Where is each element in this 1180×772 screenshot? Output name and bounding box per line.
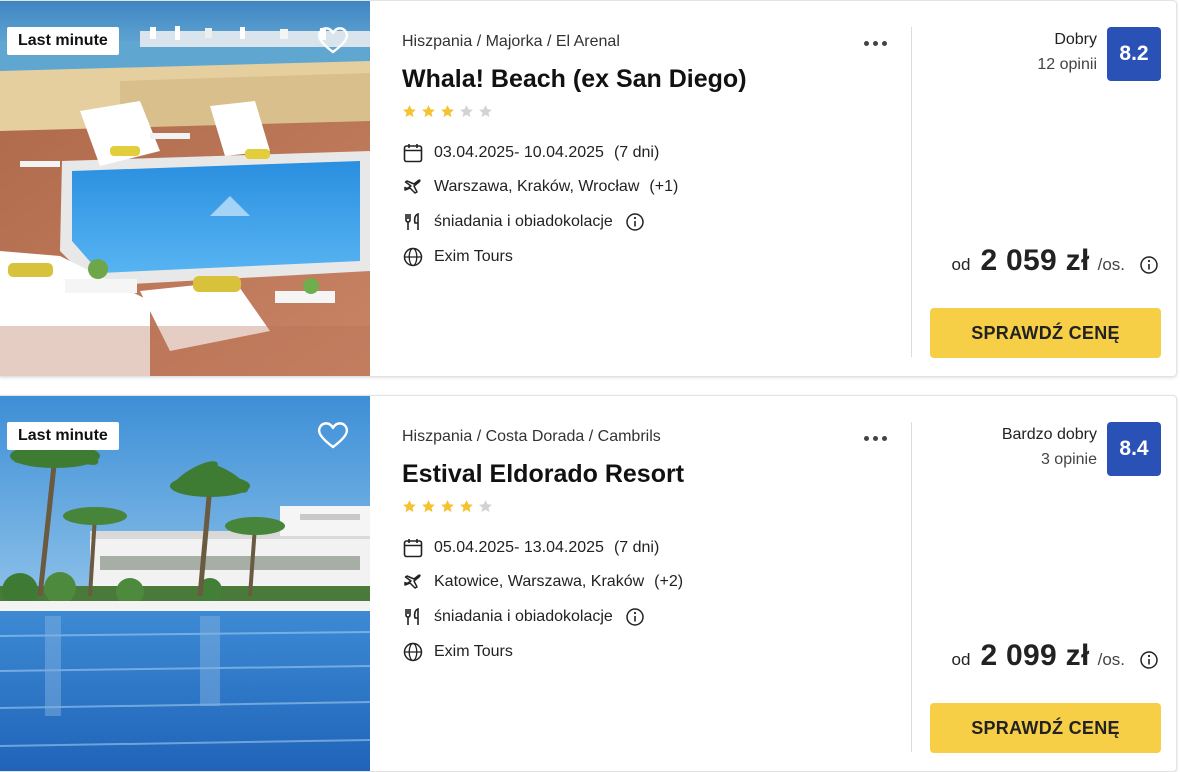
hotel-photo-image — [0, 1, 370, 376]
offer-card[interactable]: Last minute Hiszpania / Majorka / El Are… — [0, 0, 1177, 377]
price-block: od 2 059 zł /os. — [952, 244, 1159, 278]
check-price-button[interactable]: SPRAWDŹ CENĘ — [930, 703, 1161, 753]
star-icon — [479, 500, 492, 513]
duration-text: (7 dni) — [613, 539, 660, 556]
star-icon — [422, 105, 435, 118]
cutlery-icon — [405, 212, 419, 230]
rating-score-badge: 8.4 — [1107, 422, 1161, 476]
info-icon[interactable] — [625, 607, 645, 627]
hotel-photo[interactable]: Last minute — [0, 396, 370, 771]
dates-row: 03.04.2025- 10.04.2025 (7 dni) — [402, 142, 659, 164]
heart-outline-icon[interactable] — [316, 420, 350, 450]
star-icon — [441, 500, 454, 513]
last-minute-badge: Last minute — [7, 422, 119, 450]
price-block: od 2 099 zł /os. — [952, 639, 1159, 673]
departures-more[interactable]: (+2) — [654, 573, 683, 591]
destination-breadcrumb[interactable]: Hiszpania / Majorka / El Arenal — [402, 33, 620, 51]
departures-row: Katowice, Warszawa, Kraków (+2) — [402, 571, 683, 593]
hotel-stars — [402, 499, 493, 514]
operator-row: Exim Tours — [402, 246, 513, 268]
operator-row: Exim Tours — [402, 641, 513, 663]
offer-card[interactable]: Last minute Hiszpania / Costa Dorada / C… — [0, 395, 1177, 772]
board-row: śniadania i obiadokolacje — [402, 606, 645, 628]
departures-text: Warszawa, Kraków, Wrocław — [434, 178, 640, 195]
star-icon — [441, 105, 454, 118]
heart-outline-icon[interactable] — [316, 25, 350, 55]
board-text: śniadania i obiadokolacje — [434, 213, 613, 230]
globe-icon — [403, 642, 423, 662]
departures-text: Katowice, Warszawa, Kraków — [434, 573, 645, 590]
rating-label: Dobry — [1054, 31, 1097, 48]
operator-text[interactable]: Exim Tours — [434, 643, 513, 661]
hotel-photo-image — [0, 396, 370, 771]
offer-price-panel: Bardzo dobry 3 opinie 8.4 od 2 099 zł /o… — [912, 396, 1176, 771]
rating-label: Bardzo dobry — [1001, 426, 1097, 443]
calendar-icon — [403, 539, 423, 558]
price-amount: 2 099 zł — [980, 639, 1090, 672]
star-icon — [479, 105, 492, 118]
destination-breadcrumb[interactable]: Hiszpania / Costa Dorada / Cambrils — [402, 428, 661, 446]
rating-count[interactable]: 3 opinie — [1041, 451, 1097, 469]
price-suffix: /os. — [1097, 255, 1125, 274]
plane-icon — [404, 179, 421, 194]
price-prefix: od — [951, 650, 971, 669]
dates-text: 03.04.2025- 10.04.2025 — [434, 144, 604, 161]
star-icon — [422, 500, 435, 513]
duration-text: (7 dni) — [613, 144, 660, 161]
rating-count[interactable]: 12 opinii — [1037, 56, 1097, 74]
offer-details: Hiszpania / Majorka / El Arenal Whala! B… — [402, 1, 902, 376]
price-amount: 2 059 zł — [980, 244, 1090, 277]
last-minute-badge: Last minute — [7, 27, 119, 55]
dates-row: 05.04.2025- 13.04.2025 (7 dni) — [402, 537, 659, 559]
price-suffix: /os. — [1097, 650, 1125, 669]
hotel-title[interactable]: Estival Eldorado Resort — [402, 460, 684, 489]
board-row: śniadania i obiadokolacje — [402, 211, 645, 233]
more-dots-icon[interactable] — [860, 33, 890, 53]
check-price-button[interactable]: SPRAWDŹ CENĘ — [930, 308, 1161, 358]
offer-details: Hiszpania / Costa Dorada / Cambrils Esti… — [402, 396, 902, 771]
globe-icon — [403, 247, 423, 267]
cutlery-icon — [405, 607, 419, 625]
rating-score-badge: 8.2 — [1107, 27, 1161, 81]
star-icon — [460, 105, 473, 118]
departures-row: Warszawa, Kraków, Wrocław (+1) — [402, 176, 678, 198]
hotel-title[interactable]: Whala! Beach (ex San Diego) — [402, 65, 747, 94]
offer-price-panel: Dobry 12 opinii 8.2 od 2 059 zł /os. SPR… — [912, 1, 1176, 376]
hotel-stars — [402, 104, 493, 119]
info-icon[interactable] — [1139, 650, 1159, 670]
hotel-photo[interactable]: Last minute — [0, 1, 370, 376]
calendar-icon — [403, 144, 423, 163]
price-prefix: od — [951, 255, 971, 274]
plane-icon — [404, 574, 421, 589]
info-icon[interactable] — [625, 212, 645, 232]
operator-text[interactable]: Exim Tours — [434, 248, 513, 266]
dates-text: 05.04.2025- 13.04.2025 — [434, 539, 604, 556]
board-text: śniadania i obiadokolacje — [434, 608, 613, 625]
departures-more[interactable]: (+1) — [649, 178, 678, 196]
info-icon[interactable] — [1139, 255, 1159, 275]
star-icon — [460, 500, 473, 513]
more-dots-icon[interactable] — [860, 428, 890, 448]
star-icon — [403, 105, 416, 118]
star-icon — [403, 500, 416, 513]
